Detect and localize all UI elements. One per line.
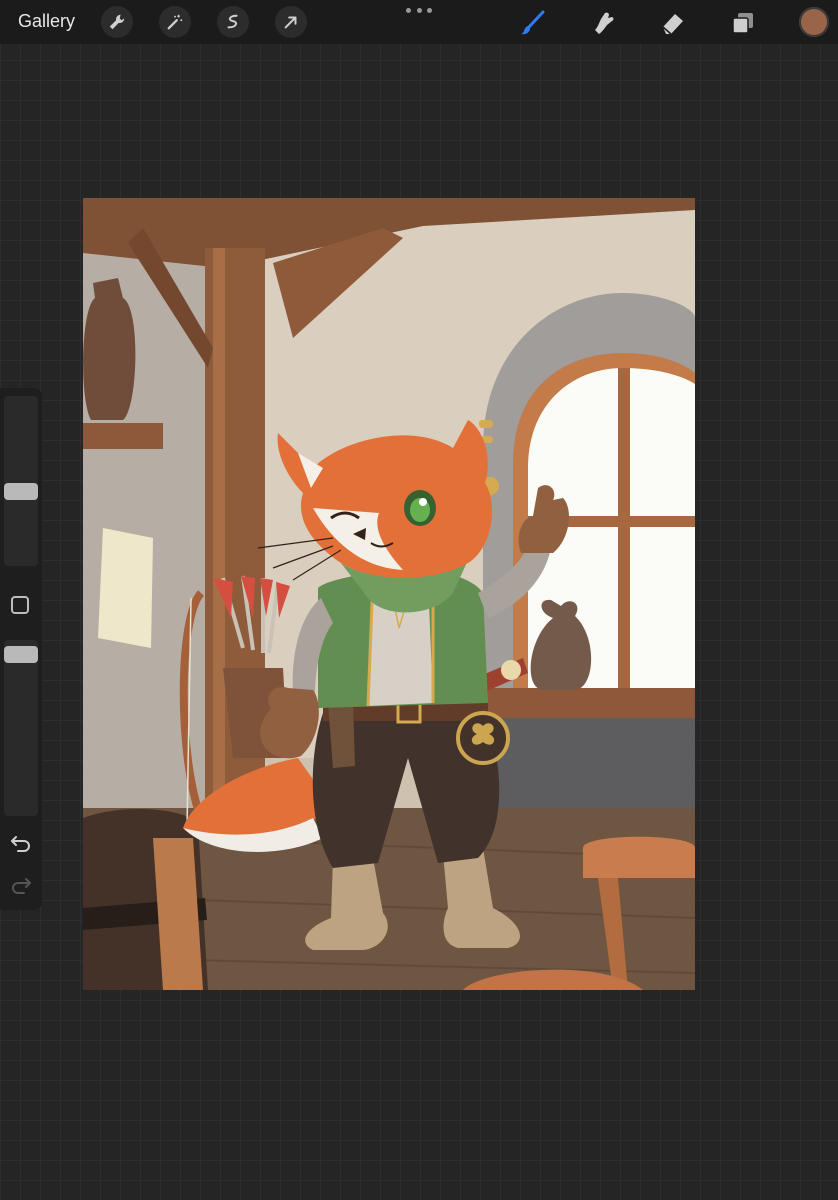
redo-icon[interactable]: [8, 874, 34, 896]
top-toolbar: Gallery: [0, 0, 838, 44]
opacity-thumb[interactable]: [4, 646, 38, 663]
left-sidebar: [0, 388, 42, 910]
fox-adventurer-illustration: [83, 198, 695, 990]
wrench-icon[interactable]: [101, 6, 133, 38]
more-options-icon[interactable]: [406, 2, 432, 18]
selection-icon[interactable]: [217, 6, 249, 38]
brush-icon[interactable]: [518, 8, 548, 38]
brush-size-slider[interactable]: [4, 396, 38, 566]
drawing-canvas[interactable]: [83, 198, 695, 990]
layers-icon[interactable]: [728, 8, 758, 38]
modify-button[interactable]: [11, 596, 29, 614]
brush-size-thumb[interactable]: [4, 483, 38, 500]
magic-wand-icon[interactable]: [159, 6, 191, 38]
undo-icon[interactable]: [8, 832, 34, 854]
transform-arrow-icon[interactable]: [275, 6, 307, 38]
gallery-button[interactable]: Gallery: [18, 11, 75, 32]
smudge-icon[interactable]: [588, 8, 618, 38]
eraser-icon[interactable]: [658, 8, 688, 38]
color-picker-swatch[interactable]: [799, 7, 829, 37]
opacity-slider[interactable]: [4, 640, 38, 816]
